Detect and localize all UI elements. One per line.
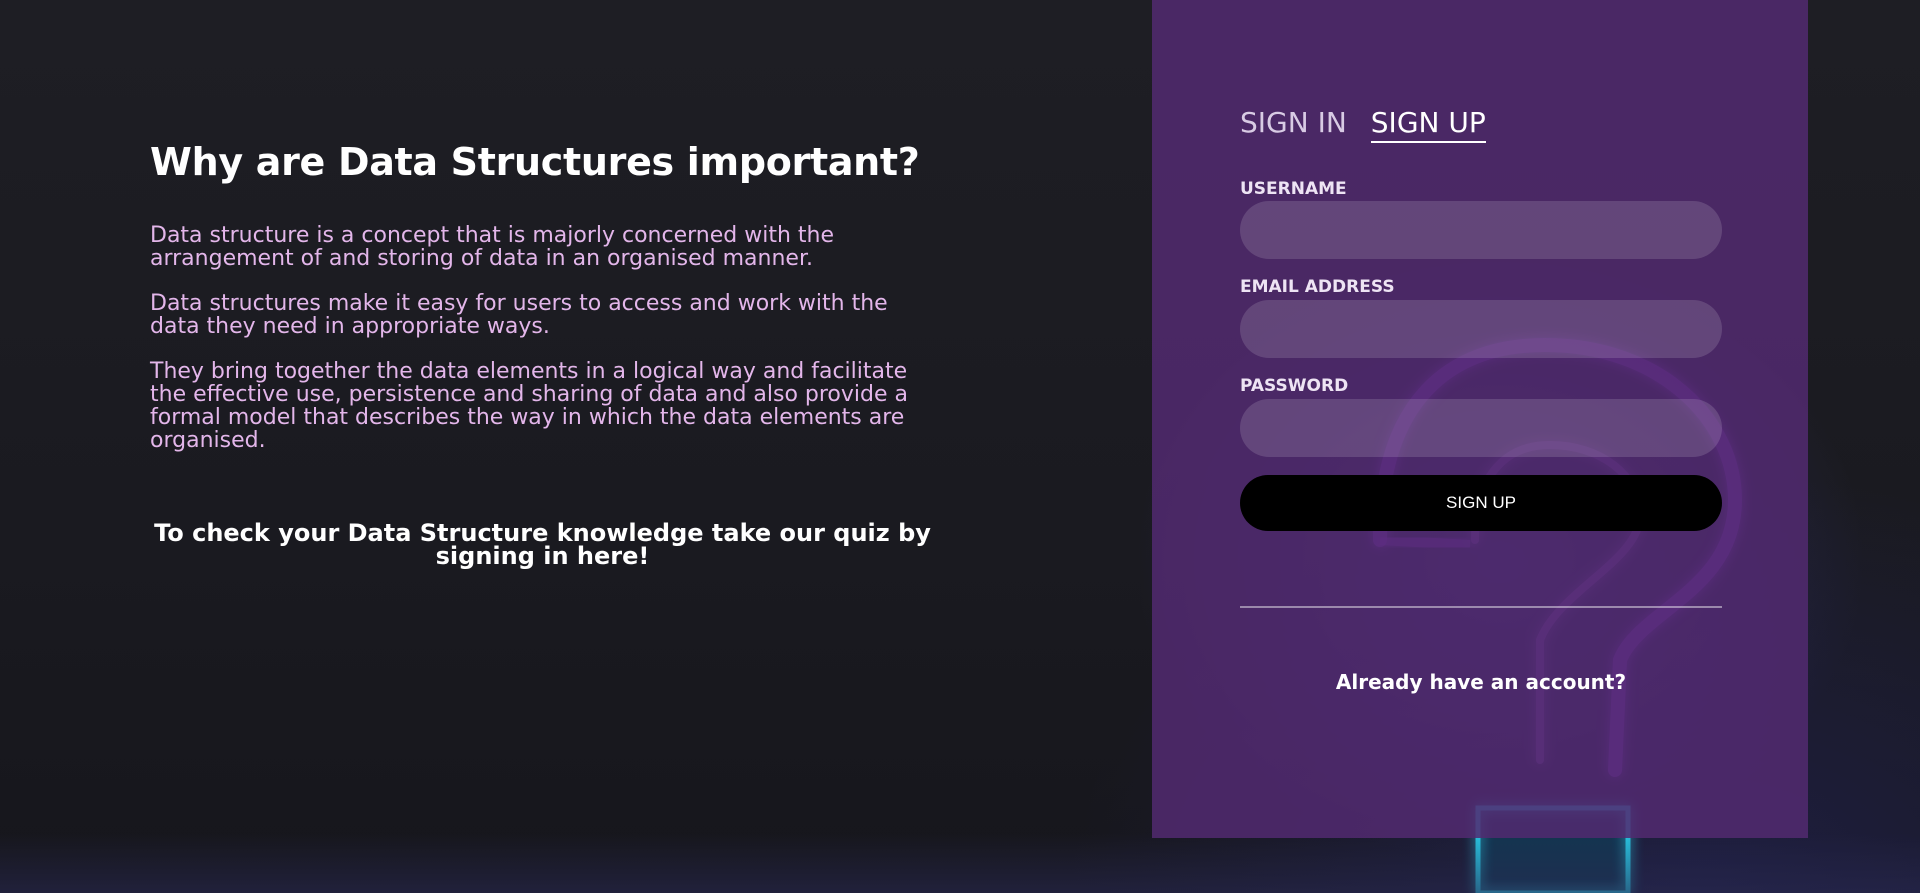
- tab-sign-in[interactable]: SIGN IN: [1240, 106, 1347, 143]
- auth-tabs: SIGN IN SIGN UP: [1240, 106, 1486, 143]
- password-label: PASSWORD: [1240, 376, 1349, 396]
- email-input[interactable]: [1240, 300, 1722, 358]
- username-input[interactable]: [1240, 201, 1722, 259]
- auth-panel: SIGN IN SIGN UP USERNAME EMAIL ADDRESS P…: [1152, 0, 1808, 838]
- already-have-account-link[interactable]: Already have an account?: [1240, 670, 1722, 694]
- info-title: Why are Data Structures important?: [150, 140, 920, 184]
- info-section: Why are Data Structures important? Data …: [150, 140, 935, 568]
- info-paragraph: They bring together the data elements in…: [150, 359, 909, 453]
- sign-up-button[interactable]: SIGN UP: [1240, 475, 1722, 531]
- floor-glow: [0, 833, 1920, 893]
- email-label: EMAIL ADDRESS: [1240, 277, 1395, 297]
- info-paragraphs: Data structure is a concept that is majo…: [150, 224, 935, 452]
- info-paragraph: Data structures make it easy for users t…: [150, 291, 888, 339]
- signup-page: Why are Data Structures important? Data …: [0, 0, 1920, 893]
- quiz-cta-text: To check your Data Structure knowledge t…: [154, 519, 931, 570]
- divider: [1240, 606, 1722, 608]
- tab-sign-up[interactable]: SIGN UP: [1370, 106, 1486, 143]
- password-input[interactable]: [1240, 399, 1722, 457]
- username-label: USERNAME: [1240, 179, 1347, 199]
- info-paragraph: Data structure is a concept that is majo…: [150, 223, 834, 271]
